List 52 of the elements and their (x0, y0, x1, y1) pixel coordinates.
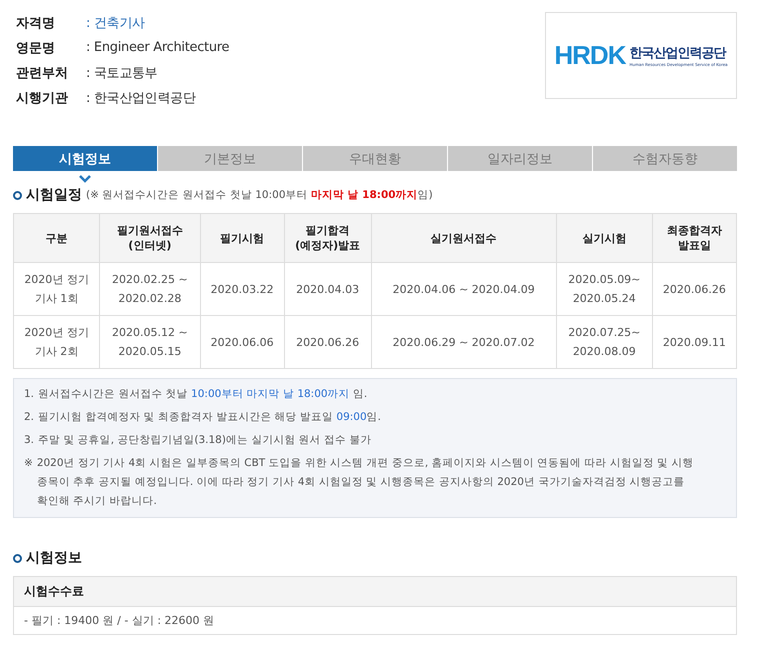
note-marker: 3. (24, 433, 34, 448)
fee-text: - 필기 : 19400 원 / - 실기 : 22600 원 (24, 614, 214, 627)
table-cell: 2020년 정기 기사 1회 (14, 262, 100, 316)
note-marker: 1. (24, 387, 34, 402)
table-cell: 2020.06.29 ~ 2020.07.02 (371, 316, 556, 368)
note-marker: ※ (24, 456, 33, 471)
section-note: (※ 원서접수시간은 원서접수 첫날 10:00부터 마지막 날 18:00까지임) (86, 188, 433, 202)
column-header: 필기시험 (200, 214, 284, 262)
field-label: 시행기관 (16, 90, 69, 106)
column-header: 필기원서접수 (인터넷) (100, 214, 200, 262)
field-label: 관련부처 (16, 64, 69, 82)
field-label: 영문명 (16, 40, 56, 56)
column-header: 최종합격자 발표일 (652, 214, 736, 262)
table-cell: 2020.07.25~ 2020.08.09 (556, 316, 652, 368)
tab[interactable]: 시험정보 (13, 146, 157, 171)
tab[interactable]: 우대현황 (303, 146, 447, 171)
column-header: 실기시험 (556, 214, 652, 262)
table-cell: 2020.09.11 (652, 316, 736, 368)
chevron-down-icon (79, 175, 91, 183)
section-title: 시험일정 (26, 186, 82, 204)
tab[interactable]: 기본정보 (158, 146, 302, 171)
bullet-icon (13, 554, 22, 562)
field-value: : 한국산업인력공단 (86, 90, 196, 106)
table-cell: 2020.06.06 (200, 316, 284, 368)
table-cell: 2020.04.03 (284, 262, 372, 316)
note-marker: 2. (24, 410, 34, 425)
note-text: 주말 및 공휴일, 공단창립기념일(3.18)에는 실기시험 원서 접수 불가 (38, 433, 372, 448)
table-cell: 2020년 정기 기사 2회 (14, 316, 100, 368)
bullet-icon (13, 190, 22, 200)
field-value: : 국토교통부 (86, 64, 158, 82)
table-cell: 2020.05.09~ 2020.05.24 (556, 262, 652, 316)
table-cell: 2020.05.12 ~ 2020.05.15 (100, 316, 200, 368)
field-value: : 건축기사 (86, 14, 145, 32)
column-header: 필기합격 (예정자)발표 (284, 214, 372, 262)
field-label: 자격명 (16, 14, 56, 32)
tab[interactable]: 일자리정보 (448, 146, 592, 171)
note-text: 원서접수시간은 원서접수 첫날 10:00부터 마지막 날 18:00까지 임. (38, 387, 368, 402)
table-cell: 2020.04.06 ~ 2020.04.09 (371, 262, 556, 316)
field-value: : Engineer Architecture (86, 40, 230, 55)
logo-name: 한국산업인력공단 (629, 45, 727, 62)
table-cell: 2020.02.25 ~ 2020.02.28 (100, 262, 200, 316)
section-title: 시험정보 (26, 549, 82, 567)
column-header: 구분 (14, 214, 100, 262)
tab[interactable]: 수험자동향 (593, 146, 737, 171)
table-cell: 2020.06.26 (284, 316, 372, 368)
table-cell: 2020.06.26 (652, 262, 736, 316)
table-cell: 2020.03.22 (200, 262, 284, 316)
logo-mark: HRDK (554, 40, 626, 71)
column-header: 실기원서접수 (371, 214, 556, 262)
note-text: 2020년 정기 기사 4회 시험은 일부종목의 CBT 도입을 위한 시스템 개편 중으로, 홈페이지와 시스템이 연동됨에 따라 시험일정 및 시행종목이 추후 공지될 예정입니다. 이에 따라 정기 기사 4회 시험일정 및 시행종목은 공지사항의 2020년 국가기술자격검정 시행공고를 확인해 주시기 바랍니다. (36, 456, 695, 509)
note-text: 필기시험 합격예정자 및 최종합격자 발표시간은 해당 발표일 09:00임. (38, 410, 382, 425)
fee-title: 시험수수료 (24, 584, 84, 598)
